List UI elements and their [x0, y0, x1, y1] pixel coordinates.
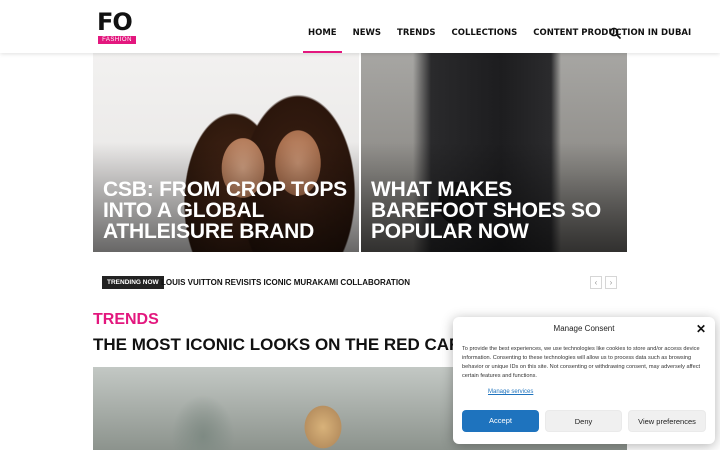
consent-body: To provide the best experiences, we use …: [462, 346, 701, 379]
deny-button[interactable]: Deny: [545, 410, 622, 432]
hero-tile-right[interactable]: WHAT MAKES BAREFOOT SHOES SO POPULAR NOW: [361, 53, 627, 252]
section-category[interactable]: TRENDS: [93, 311, 159, 329]
logo-text: FO: [97, 8, 133, 36]
site-header: FO FASHION HOME NEWS TRENDS COLLECTIONS …: [0, 0, 720, 53]
trending-badge: TRENDING NOW: [102, 276, 164, 289]
site-logo[interactable]: FO FASHION: [97, 8, 139, 45]
article-title[interactable]: THE MOST ICONIC LOOKS ON THE RED CARPET …: [93, 335, 463, 355]
trending-headline[interactable]: LOUIS VUITTON REVISITS ICONIC MURAKAMI C…: [161, 276, 410, 289]
hero-tile-left[interactable]: CSB: FROM CROP TOPS INTO A GLOBAL ATHLEI…: [93, 53, 359, 252]
main-nav: HOME NEWS TRENDS COLLECTIONS CONTENT PRO…: [300, 0, 699, 53]
view-preferences-button[interactable]: View preferences: [628, 410, 706, 432]
hero-right-title[interactable]: WHAT MAKES BAREFOOT SHOES SO POPULAR NOW: [371, 179, 617, 242]
manage-services-link[interactable]: Manage services: [488, 389, 533, 395]
hero-left-title[interactable]: CSB: FROM CROP TOPS INTO A GLOBAL ATHLEI…: [103, 179, 349, 242]
nav-item-collections[interactable]: COLLECTIONS: [443, 0, 525, 53]
nav-item-trends[interactable]: TRENDS: [389, 0, 443, 53]
logo-subtitle: FASHION: [98, 36, 136, 44]
consent-title: Manage Consent: [553, 324, 615, 333]
search-icon[interactable]: [609, 27, 621, 39]
accept-button[interactable]: Accept: [462, 410, 539, 432]
nav-item-news[interactable]: NEWS: [345, 0, 389, 53]
chevron-right-icon[interactable]: ›: [605, 276, 617, 289]
close-icon[interactable]: ✕: [696, 323, 706, 335]
chevron-left-icon[interactable]: ‹: [590, 276, 602, 289]
consent-dialog: Manage Consent ✕ To provide the best exp…: [453, 317, 715, 444]
nav-item-home[interactable]: HOME: [300, 0, 345, 53]
